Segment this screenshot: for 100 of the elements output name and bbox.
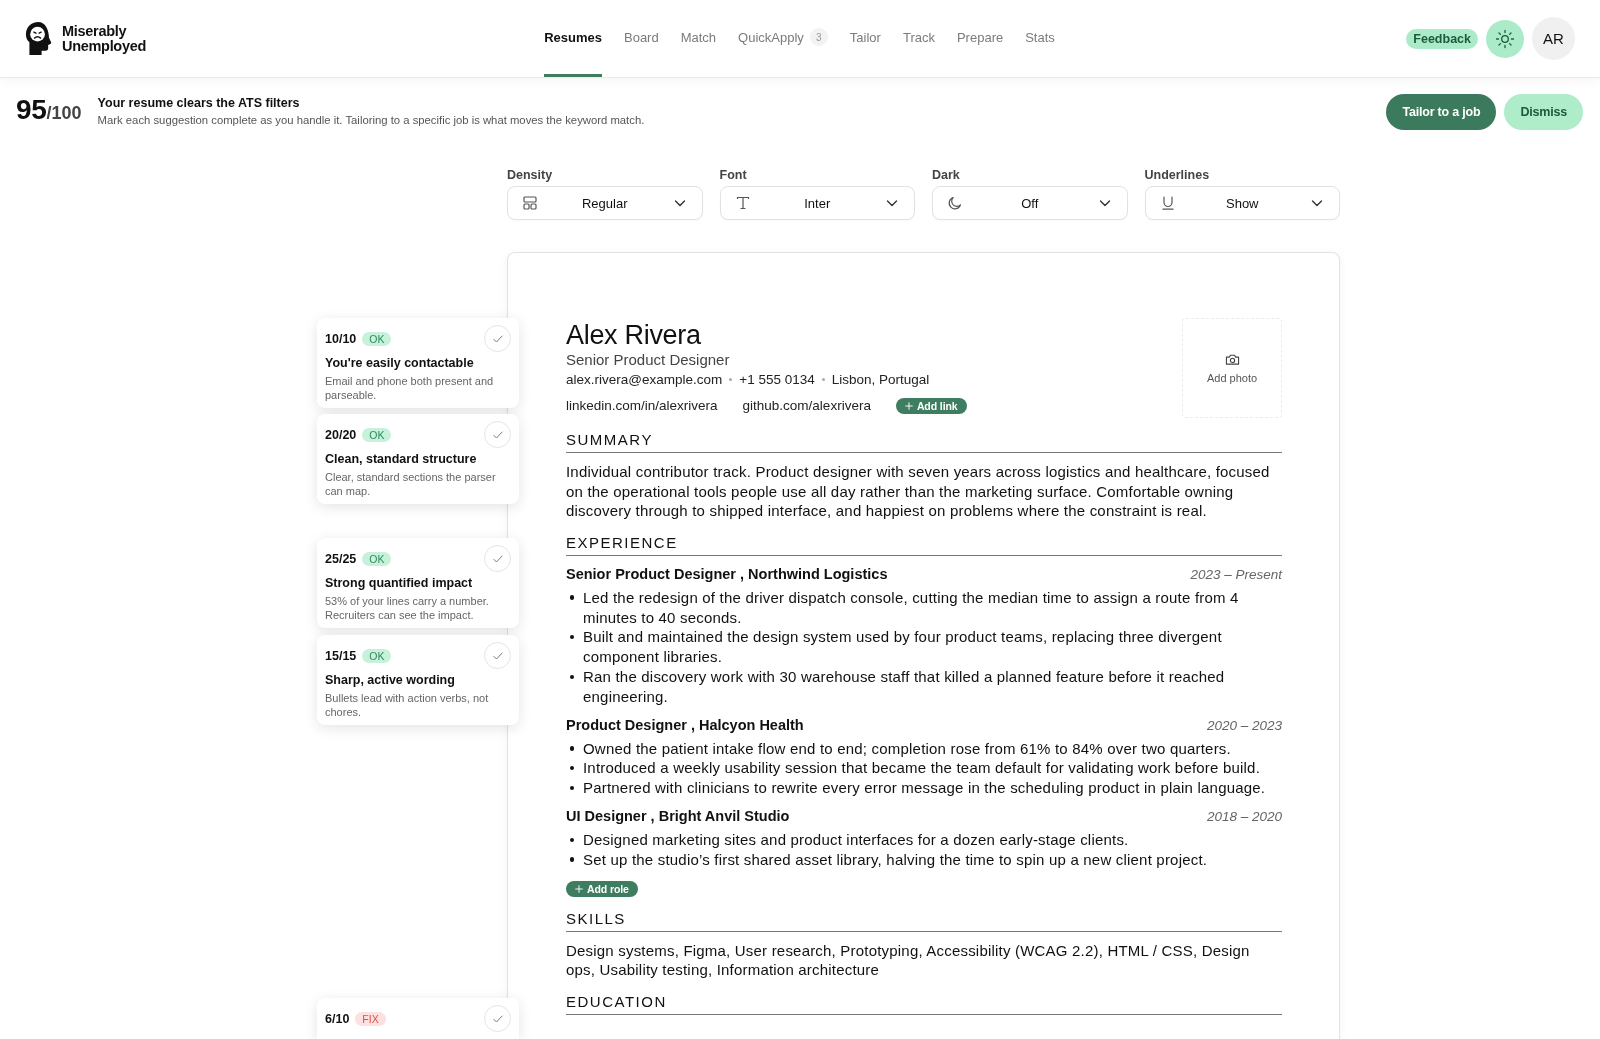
job-dates: 2018 – 2020 — [1206, 807, 1282, 826]
text-icon — [734, 195, 751, 211]
dropdown[interactable]: Inter — [719, 186, 915, 220]
bullet-icon — [569, 746, 574, 751]
bullet-text: Owned the patient intake flow end to end; completion rose from 61% to 84% over two quarters. — [583, 738, 1231, 759]
dropdown-label: Density — [507, 168, 554, 182]
dropdown[interactable]: Show — [1144, 186, 1340, 220]
check-score: 25/25 — [325, 551, 357, 566]
nav-tab[interactable]: Match — [680, 0, 717, 77]
section-text: Individual contributor track. Product designer with seven years across logistics and healthcare, focused on the operational tools people use all day rather than the marketing surface. Comfortable owning discovery through to shipped interface, and happiest on problems where the constraint is real. — [566, 462, 1271, 521]
job-dates: 2023 – Present — [1190, 565, 1282, 584]
check-title: Sharp, active wording — [325, 672, 456, 688]
check-button[interactable] — [484, 421, 511, 448]
check-button[interactable] — [484, 642, 511, 669]
bullet-icon — [569, 765, 574, 771]
camera-icon — [1224, 352, 1240, 366]
underline-icon — [1159, 195, 1176, 211]
status-badge: OK — [362, 551, 392, 566]
dropdown-label: Dark — [932, 168, 961, 182]
check-description: Clear, standard sections the parser can map. — [325, 471, 497, 498]
user-avatar[interactable]: AR — [1532, 17, 1575, 60]
brand-name: Miserably Unemployed — [62, 23, 147, 54]
check-button[interactable] — [484, 325, 511, 352]
theme-toggle-button[interactable] — [1486, 19, 1524, 58]
check-icon — [491, 552, 504, 565]
check-icon — [491, 1012, 504, 1025]
section-heading: SKILLS — [566, 909, 1282, 932]
check-icon — [491, 428, 504, 441]
add-photo-button[interactable]: Add photo — [1182, 318, 1282, 418]
bullet-icon — [569, 837, 574, 843]
dropdown-label: Underlines — [1144, 168, 1211, 182]
nav-tab[interactable]: Board — [624, 0, 659, 77]
check-button[interactable] — [484, 1005, 511, 1032]
status-badge: OK — [362, 648, 392, 663]
plus-icon — [575, 884, 583, 893]
check-description: Email and phone both present and parseable. — [325, 375, 495, 402]
job-title: Product Designer , Halcyon Health — [566, 715, 804, 735]
check-title: Strong quantified impact — [325, 575, 474, 591]
check-button[interactable] — [484, 545, 511, 572]
bullet-text: Introduced a weekly usability session that became the team default for validating work before build. — [583, 758, 1261, 779]
bullet-icon — [569, 857, 574, 862]
contact-item: alex.rivera@example.com — [566, 371, 723, 389]
bullet-icon — [569, 634, 574, 640]
feedback-button[interactable]: Feedback — [1406, 28, 1478, 49]
ats-score: 95/100 — [16, 93, 82, 127]
nav-tab[interactable]: Prepare — [956, 0, 1004, 77]
bullet-icon — [569, 674, 574, 680]
dropdown-label: Font — [719, 168, 748, 182]
check-icon — [491, 649, 504, 662]
nav-tab[interactable]: Tailor — [849, 0, 881, 77]
section-heading: EXPERIENCE — [566, 533, 1282, 556]
count-badge: 3 — [809, 28, 828, 46]
dropdown[interactable]: Off — [932, 186, 1128, 220]
status-badge: FIX — [355, 1011, 386, 1026]
contact-item: +1 555 0134 — [739, 371, 815, 389]
check-description: 53% of your lines carry a number. Recruiters can see the impact. — [325, 595, 490, 622]
nav-tab[interactable]: QuickApply 3 — [738, 0, 828, 77]
check-score: 20/20 — [325, 427, 357, 442]
nav-tab[interactable]: Stats — [1025, 0, 1055, 77]
add-link-button[interactable]: Add link — [895, 398, 967, 414]
job-title: Senior Product Designer , Northwind Logistics — [566, 564, 888, 584]
candidate-name: Alex Rivera — [566, 320, 702, 350]
contact-item: Lisbon, Portugal — [831, 371, 930, 389]
bullet-text: Designed marketing sites and product interfaces for a dozen early-stage clients. — [583, 829, 1129, 850]
bullet-text: Built and maintained the design system used by four product teams, replacing three divergent component libraries. — [583, 627, 1223, 667]
check-score: 10/10 — [325, 331, 357, 346]
add-role-button[interactable]: Add role — [566, 880, 638, 897]
plus-icon — [904, 402, 913, 410]
nav-tab[interactable]: Resumes — [544, 0, 602, 77]
check-title: You're easily contactable — [325, 355, 475, 371]
section-heading: EDUCATION — [566, 992, 1282, 1015]
action-button[interactable]: Dismiss — [1504, 93, 1583, 130]
status-badge: OK — [362, 331, 392, 346]
sun-icon — [1495, 28, 1515, 49]
check-score: 6/10 — [325, 1011, 350, 1026]
section-text: Design systems, Figma, User research, Prototyping, Accessibility (WCAG 2.2), HTML / CSS, Design ops, Usability testing, Information architecture — [566, 940, 1251, 980]
bullet-text: Ran the discovery work with 30 warehouse staff that killed a planned feature before it reached engineering. — [583, 666, 1226, 707]
layout-icon — [522, 195, 538, 211]
banner-title: Your resume clears the ATS filters — [97, 95, 301, 111]
nav-tab[interactable]: Track — [902, 0, 935, 77]
section-heading: SUMMARY — [566, 431, 1282, 453]
profile-link[interactable]: github.com/alexrivera — [742, 395, 871, 417]
bullet-text: Led the redesign of the driver dispatch console, cutting the median time to assign a route from 4 minutes to 40 seconds. — [583, 587, 1240, 628]
job-title: UI Designer , Bright Anvil Studio — [566, 806, 790, 826]
dropdown[interactable]: Regular — [507, 186, 703, 220]
check-title: Clean, standard structure — [325, 451, 478, 467]
action-button[interactable]: Tailor to a job — [1386, 93, 1497, 130]
status-badge: OK — [362, 427, 392, 442]
candidate-headline: Senior Product Designer — [566, 350, 731, 370]
bullet-text: Partnered with clinicians to rewrite every error message in the scheduling product in plain language. — [583, 778, 1266, 798]
banner-message: Mark each suggestion complete as you handle it. Tailoring to a specific job is what moves the keyword match. — [97, 113, 646, 128]
check-description: Bullets lead with action verbs, not chores. — [325, 692, 490, 719]
bullet-icon — [569, 785, 574, 791]
profile-link[interactable]: linkedin.com/in/alexrivera — [566, 395, 718, 417]
bullet-icon — [569, 595, 574, 600]
check-icon — [491, 332, 504, 345]
head-icon — [24, 21, 53, 56]
job-dates: 2020 – 2023 — [1206, 716, 1282, 735]
check-score: 15/15 — [325, 648, 357, 663]
moon-icon — [947, 195, 963, 211]
